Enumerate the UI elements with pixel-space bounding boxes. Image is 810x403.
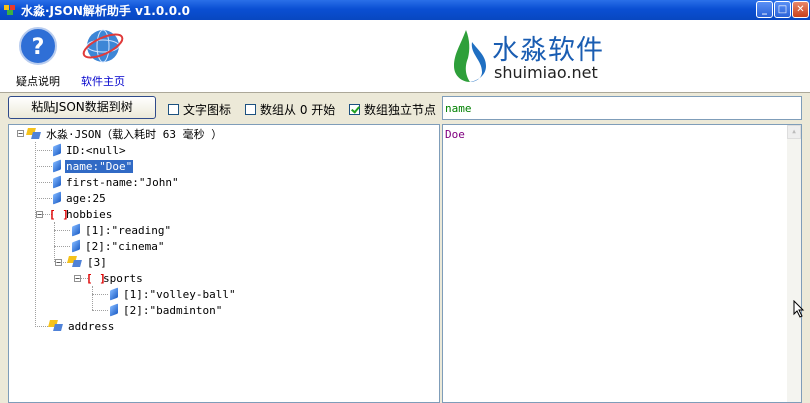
array-icon: [ ]: [49, 207, 69, 221]
tree-line: [54, 246, 70, 247]
array-from-zero-checkbox[interactable]: 数组从 0 开始: [245, 101, 335, 118]
value-icon: [72, 239, 80, 253]
value-icon: [110, 303, 118, 317]
tree-line: [35, 166, 52, 167]
text-icon-checkbox[interactable]: 文字图标: [168, 101, 231, 118]
tree-node[interactable]: [1]:"reading": [72, 222, 172, 238]
tree-node-root[interactable]: 水淼·JSON（载入耗时 63 毫秒 ）: [27, 126, 223, 142]
object-icon: [68, 256, 82, 268]
tree-node-label: [2]:"cinema": [85, 239, 165, 253]
value-icon: [53, 143, 61, 157]
tree-node-selected[interactable]: name:"Doe": [53, 158, 134, 174]
value-icon: [110, 287, 118, 301]
home-label: 软件主页: [81, 75, 125, 88]
globe-icon: [82, 29, 124, 63]
minimize-button[interactable]: _: [756, 1, 773, 18]
tree-line: [54, 222, 55, 262]
value-icon: [53, 175, 61, 189]
tree-line: [35, 182, 52, 183]
tree-node-label: address: [68, 319, 115, 333]
tree-node[interactable]: ID:<null>: [53, 142, 127, 158]
object-icon: [49, 320, 63, 332]
tree-line: [35, 142, 36, 327]
help-label: 疑点说明: [16, 75, 60, 88]
tree-line: [92, 310, 108, 311]
array-node-label: 数组独立节点: [364, 103, 437, 117]
array-node-checkbox[interactable]: 数组独立节点: [349, 101, 436, 118]
text-icon-label: 文字图标: [183, 103, 232, 117]
collapse-toggle[interactable]: −: [55, 259, 62, 267]
maximize-button[interactable]: □: [774, 1, 791, 18]
tree-node-label: sports: [103, 271, 143, 285]
water-drop-icon: [454, 30, 486, 82]
tree-node-label: name:"Doe": [65, 159, 134, 173]
checkbox-box[interactable]: [349, 104, 360, 115]
collapse-toggle[interactable]: −: [17, 130, 24, 138]
tree-node-label: age:25: [66, 191, 106, 205]
array-from-zero-label: 数组从 0 开始: [260, 103, 336, 117]
value-icon: [53, 159, 61, 173]
value-icon: [53, 191, 61, 205]
help-icon: ?: [19, 27, 57, 65]
checkbox-box[interactable]: [168, 104, 179, 115]
value-detail-panel[interactable]: Doe ▲: [442, 124, 802, 403]
tree-node[interactable]: [1]:"volley-ball": [110, 286, 237, 302]
close-button[interactable]: ✕: [792, 1, 809, 18]
collapse-toggle[interactable]: −: [74, 275, 81, 283]
array-icon: [ ]: [86, 271, 106, 285]
help-tool[interactable]: ? 疑点说明: [16, 26, 60, 89]
mouse-cursor-icon: [793, 300, 805, 318]
tree-node-label: [2]:"badminton": [123, 303, 223, 317]
tree-node[interactable]: first-name:"John": [53, 174, 180, 190]
object-icon: [27, 128, 41, 140]
tree-node-label: first-name:"John": [66, 175, 179, 189]
tree-node[interactable]: [2]:"badminton": [110, 302, 223, 318]
home-tool[interactable]: 软件主页: [80, 26, 126, 89]
json-tree[interactable]: − − − − 水淼·JSON（载入耗时 63 毫秒 ） ID:<null> n…: [8, 124, 440, 403]
vertical-scrollbar[interactable]: ▲: [787, 125, 801, 402]
svg-text:?: ?: [32, 35, 45, 60]
selected-value-text: Doe: [445, 128, 465, 141]
value-icon: [72, 223, 80, 237]
window-title: 水淼·JSON解析助手 v1.0.0.0: [21, 4, 190, 18]
title-bar: 水淼·JSON解析助手 v1.0.0.0 _ □ ✕: [0, 0, 810, 20]
logo: 水淼软件 shuimiao.net: [450, 26, 650, 88]
tree-line: [92, 286, 93, 310]
tree-node[interactable]: age:25: [53, 190, 107, 206]
paste-json-button[interactable]: 粘贴JSON数据到树: [8, 96, 156, 119]
toolbar: ? 疑点说明 软件主页 水淼软件 shuimiao.net: [0, 20, 810, 93]
tree-line: [54, 230, 70, 231]
tree-node-label: ID:<null>: [66, 143, 126, 157]
collapse-toggle[interactable]: −: [36, 211, 43, 219]
tree-node[interactable]: address: [49, 318, 115, 334]
tree-node-label: hobbies: [66, 207, 113, 221]
tree-line: [35, 198, 52, 199]
tree-node[interactable]: [2]:"cinema": [72, 238, 165, 254]
tree-node-label: 水淼·JSON（载入耗时 63 毫秒 ）: [46, 128, 223, 141]
tree-node[interactable]: [ ] sports: [86, 270, 144, 286]
tree-node[interactable]: [ ] hobbies: [49, 206, 113, 222]
scroll-up-arrow[interactable]: ▲: [787, 125, 801, 139]
tree-node-label: [1]:"volley-ball": [123, 287, 236, 301]
checkbox-box[interactable]: [245, 104, 256, 115]
tree-node-label: [1]:"reading": [85, 223, 172, 237]
selected-name-field[interactable]: name: [442, 96, 802, 120]
logo-name: 水淼软件: [492, 35, 604, 66]
tree-line: [35, 150, 52, 151]
app-icon: [4, 5, 15, 15]
tree-node-label: [3]: [87, 255, 107, 269]
logo-url: shuimiao.net: [494, 63, 598, 82]
tree-node[interactable]: [3]: [68, 254, 108, 270]
tree-line: [92, 294, 108, 295]
